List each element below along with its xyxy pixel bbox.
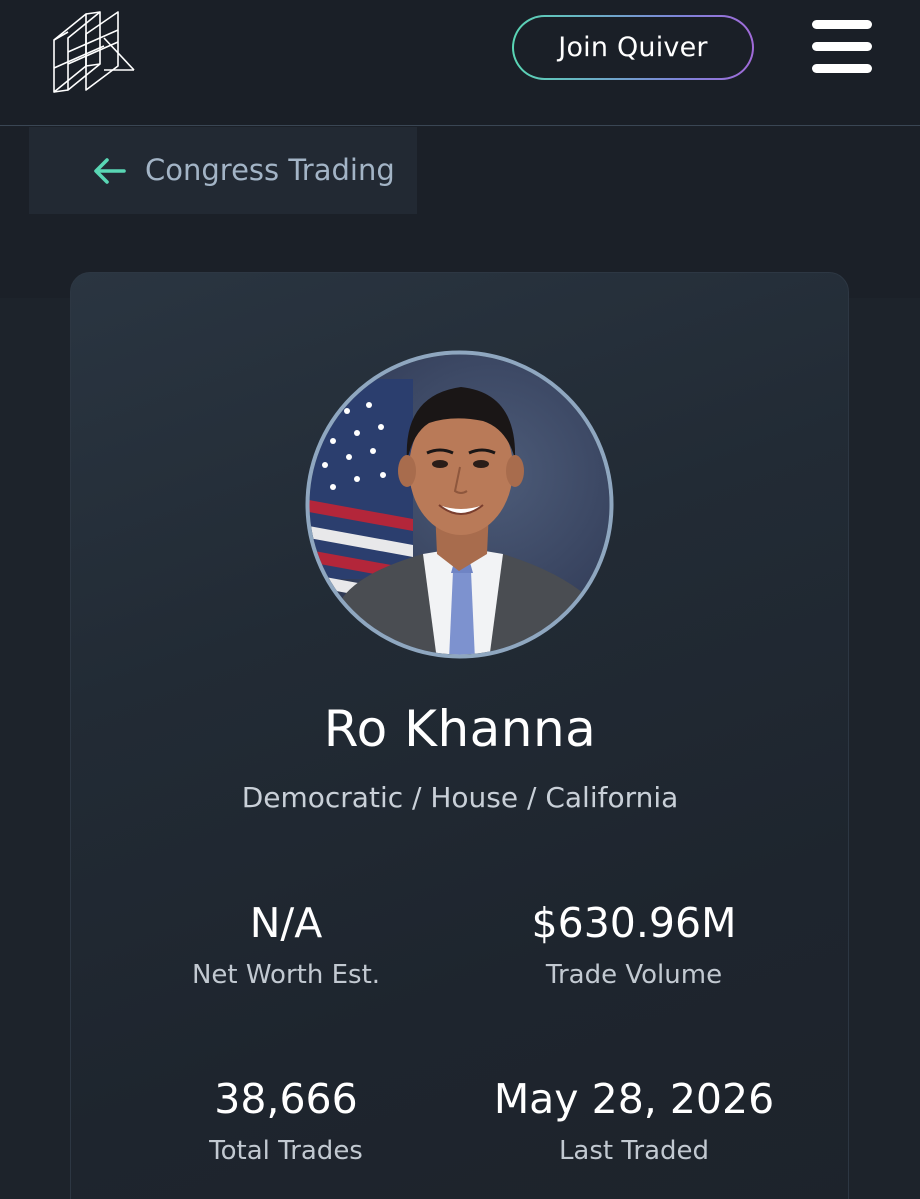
top-nav: Join Quiver	[0, 0, 920, 126]
arrow-left-icon	[94, 158, 126, 184]
stat-value: May 28, 2026	[493, 1075, 775, 1123]
stat-value: N/A	[249, 899, 323, 947]
quiver-logo-icon[interactable]	[48, 8, 140, 96]
stat-label: Trade Volume	[545, 960, 723, 990]
stat-label: Total Trades	[209, 1136, 363, 1166]
menu-bar	[812, 64, 872, 73]
join-quiver-button[interactable]: Join Quiver	[512, 15, 754, 80]
stat-label: Last Traded	[558, 1136, 710, 1166]
back-link-label: Congress Trading	[145, 153, 395, 187]
stat-trade-volume: $630.96M Trade Volume	[434, 899, 834, 991]
stat-label: Net Worth Est.	[191, 960, 381, 990]
member-party-chamber-state: Democratic / House / California	[241, 781, 679, 814]
menu-bar	[812, 20, 872, 29]
back-to-congress-trading-link[interactable]: Congress Trading	[29, 127, 417, 214]
stat-net-worth: N/A Net Worth Est.	[86, 899, 486, 991]
menu-bar	[812, 42, 872, 51]
member-name: Ro Khanna	[323, 700, 597, 758]
join-quiver-button-label: Join Quiver	[558, 32, 708, 63]
member-portrait	[305, 350, 614, 659]
stat-value: 38,666	[214, 1075, 358, 1123]
hamburger-menu-icon[interactable]	[812, 20, 874, 74]
stat-last-traded: May 28, 2026 Last Traded	[434, 1075, 834, 1167]
stat-value: $630.96M	[531, 899, 737, 947]
page: Join Quiver Congress Trading Ro Khanna D…	[0, 0, 920, 1199]
stat-total-trades: 38,666 Total Trades	[86, 1075, 486, 1167]
